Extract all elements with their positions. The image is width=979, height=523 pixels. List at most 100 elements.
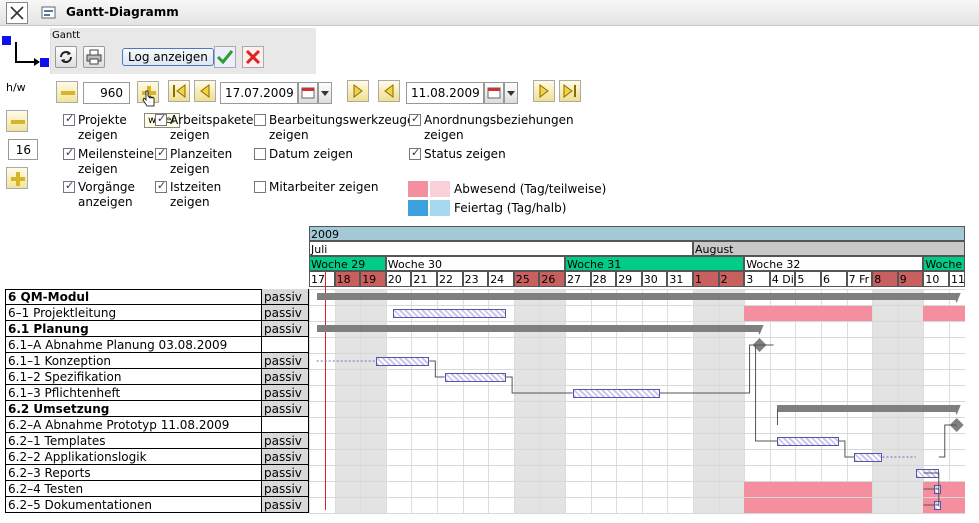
previous-end-button[interactable] bbox=[378, 80, 400, 102]
status-cell: passiv bbox=[261, 449, 308, 465]
legend-absent-part-swatch bbox=[430, 181, 450, 197]
absence-marker bbox=[821, 306, 847, 321]
option-label: Projekte zeigen bbox=[78, 113, 127, 142]
day-column bbox=[334, 289, 361, 513]
task-bar bbox=[854, 453, 883, 462]
summary-bar bbox=[316, 325, 760, 332]
status-cell: passiv bbox=[261, 289, 308, 305]
task-name: 6–1 Projektleitung bbox=[6, 305, 261, 321]
day-header: 20 bbox=[385, 271, 412, 287]
first-page-button[interactable] bbox=[168, 80, 190, 102]
day-header: 30 bbox=[641, 271, 668, 287]
gantt-logo-icon bbox=[2, 34, 52, 74]
status-cell: passiv bbox=[261, 305, 308, 321]
absence-marker bbox=[821, 498, 847, 513]
day-column bbox=[385, 289, 412, 513]
day-column bbox=[872, 289, 898, 513]
window-title: Gantt-Diagramm bbox=[66, 5, 179, 19]
start-date-input[interactable]: 17.07.2009 bbox=[220, 82, 298, 104]
window-icon bbox=[40, 4, 58, 22]
absence-marker bbox=[769, 482, 796, 497]
close-icon[interactable] bbox=[6, 2, 28, 24]
dependency-line bbox=[755, 345, 778, 442]
grid-row-line bbox=[309, 337, 965, 338]
absence-marker bbox=[744, 306, 770, 321]
day-column bbox=[923, 289, 949, 513]
absence-marker bbox=[744, 498, 770, 513]
panel-label: Gantt bbox=[52, 30, 81, 41]
milestone-marker bbox=[752, 338, 767, 352]
task-name: 6.1 Planung bbox=[6, 321, 261, 337]
grid-row-line bbox=[309, 289, 965, 290]
option-checkbox[interactable] bbox=[155, 146, 167, 160]
option-label: Datum zeigen bbox=[269, 147, 354, 161]
option-label: Planzeiten zeigen bbox=[170, 147, 233, 176]
option-checkbox[interactable] bbox=[155, 112, 167, 126]
day-header: 1 bbox=[693, 271, 719, 287]
task-bar bbox=[444, 373, 507, 382]
option-checkbox[interactable] bbox=[63, 112, 75, 126]
refresh-button[interactable] bbox=[55, 46, 77, 68]
option-checkbox[interactable] bbox=[63, 146, 75, 160]
option-checkbox[interactable] bbox=[409, 146, 421, 160]
task-name: 6 QM-Modul bbox=[6, 289, 261, 305]
day-column bbox=[897, 289, 924, 513]
grid-row-line bbox=[309, 417, 965, 418]
option-checkbox[interactable] bbox=[254, 148, 266, 160]
day-column bbox=[693, 289, 719, 513]
previous-page-button[interactable] bbox=[194, 80, 216, 102]
day-column bbox=[565, 289, 591, 513]
today-line bbox=[325, 271, 326, 510]
last-page-button[interactable] bbox=[559, 80, 581, 102]
absence-marker bbox=[769, 498, 796, 513]
end-date-dropdown-icon[interactable] bbox=[504, 82, 518, 104]
day-header: 24 bbox=[488, 271, 514, 287]
status-cell: passiv bbox=[261, 401, 308, 417]
end-date-input[interactable]: 11.08.2009 bbox=[406, 82, 484, 104]
gantt-chart: 2009 Juli August Woche 29 Woche 30 Woche 31 Wo… bbox=[0, 0, 979, 523]
option-checkbox[interactable] bbox=[155, 179, 167, 193]
zoom-out-button[interactable] bbox=[56, 81, 78, 103]
milestone-marker bbox=[949, 418, 964, 432]
start-date-dropdown-icon[interactable] bbox=[318, 82, 332, 104]
day-header: 3 bbox=[744, 271, 770, 287]
next-start-button[interactable] bbox=[347, 80, 369, 102]
day-column bbox=[821, 289, 847, 513]
day-header: 2 bbox=[718, 271, 745, 287]
next-page-button[interactable] bbox=[533, 80, 555, 102]
absence-marker bbox=[949, 498, 965, 513]
option-checkbox[interactable] bbox=[254, 114, 266, 126]
day-column bbox=[718, 289, 745, 513]
day-column bbox=[437, 289, 463, 513]
day-header: 31 bbox=[667, 271, 693, 287]
summary-bar-end bbox=[755, 325, 764, 335]
task-name: 6.1–A Abnahme Planung 03.08.2009 bbox=[6, 337, 261, 353]
absence-marker bbox=[846, 482, 873, 497]
row-height-input[interactable]: 16 bbox=[8, 139, 38, 160]
task-bar bbox=[393, 309, 507, 318]
row-height-increase-button[interactable] bbox=[6, 167, 28, 189]
task-bar bbox=[915, 469, 939, 478]
day-header: 21 bbox=[411, 271, 437, 287]
day-header: 9 bbox=[897, 271, 924, 287]
day-column bbox=[539, 289, 565, 513]
start-calendar-icon[interactable] bbox=[298, 82, 318, 104]
print-button[interactable] bbox=[83, 46, 105, 68]
grid-row-line bbox=[309, 321, 965, 322]
day-header: 25 bbox=[513, 271, 540, 287]
zoom-width-input[interactable]: 960 bbox=[83, 82, 130, 104]
end-calendar-icon[interactable] bbox=[484, 82, 504, 104]
option-checkbox[interactable] bbox=[409, 112, 421, 126]
cancel-x-icon[interactable] bbox=[242, 46, 264, 68]
status-cell: passiv bbox=[261, 385, 308, 401]
option-checkbox[interactable] bbox=[254, 181, 266, 193]
confirm-check-icon[interactable] bbox=[214, 46, 236, 68]
absence-marker bbox=[923, 306, 949, 321]
log-anzeigen-button[interactable]: Log anzeigen bbox=[122, 48, 214, 66]
day-column bbox=[590, 289, 617, 513]
option-checkbox[interactable] bbox=[63, 179, 75, 193]
option-label: Mitarbeiter zeigen bbox=[269, 180, 379, 194]
row-height-decrease-button[interactable] bbox=[6, 110, 28, 132]
dependency-line bbox=[938, 424, 957, 458]
day-column bbox=[641, 289, 668, 513]
